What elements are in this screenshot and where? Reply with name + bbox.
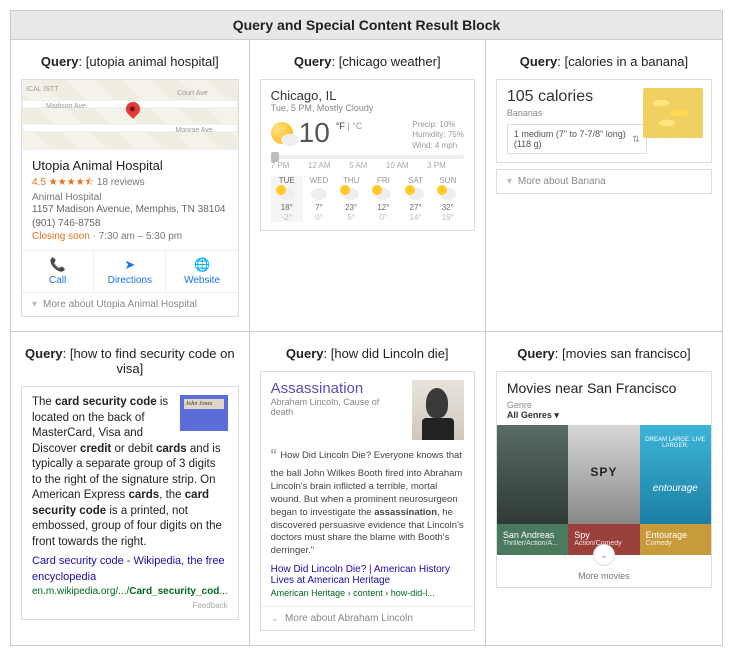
movies-title: Movies near San Francisco — [507, 380, 701, 396]
lincoln-portrait — [412, 380, 464, 440]
chevron-down-icon: ⌄ — [271, 613, 279, 624]
genre-select[interactable]: All Genres ▾ — [507, 410, 559, 420]
examples-grid: Query: [utopia animal hospital] ICAL IST… — [11, 40, 722, 645]
nutrition-card: 105 calories Bananas 1 medium (7" to 7-7… — [496, 79, 712, 163]
forecast-day[interactable]: FRI12°0° — [367, 176, 399, 222]
movie-poster[interactable]: San AndreasThriller/Action/A... — [497, 425, 568, 555]
forecast-day[interactable]: WED7°0° — [303, 176, 335, 222]
forecast-day[interactable]: TUE18°-2° — [271, 176, 303, 222]
more-about-row[interactable]: ⌄ More about Abraham Lincoln — [261, 606, 474, 630]
movie-poster[interactable]: SpyAction/Comedy — [568, 425, 639, 555]
closing-status: Closing soon — [32, 231, 90, 242]
business-phone: (901) 746-8758 — [32, 217, 228, 231]
query-line: Query: [movies san francisco] — [496, 346, 712, 361]
business-hours: 7:30 am – 5:30 pm — [99, 231, 182, 242]
query-line: Query: [utopia animal hospital] — [21, 54, 239, 69]
movies-card: Movies near San Francisco Genre All Genr… — [496, 371, 712, 588]
phone-icon: 📞 — [22, 257, 93, 273]
query-text: [movies san francisco] — [562, 346, 691, 361]
poster-row: San AndreasThriller/Action/A...SpyAction… — [497, 425, 711, 555]
query-line: Query: [calories in a banana] — [496, 54, 712, 69]
call-button[interactable]: 📞Call — [22, 251, 94, 292]
weather-subtitle: Tue, 5 PM, Mostly Cloudy — [271, 103, 464, 113]
temperature-value: 10 — [299, 117, 330, 149]
select-arrows-icon: ⇅ — [632, 134, 640, 145]
weather-icon — [271, 122, 293, 144]
movie-poster[interactable]: EntourageComedy — [640, 425, 711, 555]
query-text: [chicago weather] — [339, 54, 441, 69]
query-text: [utopia animal hospital] — [86, 54, 219, 69]
block-header: Query and Special Content Result Block — [11, 11, 722, 40]
query-line: Query: [chicago weather] — [260, 54, 475, 69]
business-title[interactable]: Utopia Animal Hospital — [32, 158, 228, 173]
chevron-down-icon: ▾ — [507, 176, 512, 187]
cell-utopia: Query: [utopia animal hospital] ICAL IST… — [11, 40, 250, 332]
unit-c[interactable]: °C — [352, 121, 362, 131]
answer-quote: How Did Lincoln Die? Everyone knows that… — [261, 444, 474, 564]
directions-button[interactable]: ➤Directions — [94, 251, 166, 292]
rating-value: 4.5 — [32, 177, 46, 188]
business-category: Animal Hospital — [32, 192, 228, 203]
cell-lincoln: Query: [how did Lincoln die] Assassinati… — [250, 332, 486, 645]
answer-title: Assassination — [271, 380, 404, 397]
action-row: 📞Call ➤Directions 🌐Website — [22, 250, 238, 292]
directions-icon: ➤ — [94, 257, 165, 273]
query-line: Query: [how did Lincoln die] — [260, 346, 475, 361]
review-count[interactable]: 18 reviews — [97, 177, 145, 188]
source-breadcrumb: American Heritage › content › how-did-l.… — [261, 586, 474, 606]
forecast-day[interactable]: THU23°5° — [335, 176, 367, 222]
map-preview[interactable]: ICAL ISTT Madison Ave Court Ave Monroe A… — [22, 80, 238, 150]
query-text: [how did Lincoln die] — [331, 346, 449, 361]
banana-image — [643, 88, 703, 138]
website-button[interactable]: 🌐Website — [166, 251, 237, 292]
weather-card: Chicago, IL Tue, 5 PM, Mostly Cloudy 10 … — [260, 79, 475, 231]
globe-icon: 🌐 — [166, 257, 237, 273]
query-label: Query — [41, 54, 79, 69]
feedback-link[interactable]: Feedback — [32, 601, 228, 612]
cell-weather: Query: [chicago weather] Chicago, IL Tue… — [250, 40, 486, 332]
more-movies-row[interactable]: ⌄ More movies — [497, 555, 711, 587]
answer-card: Assassination Abraham Lincoln, Cause of … — [260, 371, 475, 631]
knowledge-card: ICAL ISTT Madison Ave Court Ave Monroe A… — [21, 79, 239, 317]
time-slider[interactable] — [271, 155, 464, 159]
slider-thumb-icon[interactable] — [271, 152, 279, 162]
weather-location: Chicago, IL — [271, 88, 464, 103]
genre-label: Genre — [507, 400, 532, 410]
result-block-frame: Query and Special Content Result Block Q… — [10, 10, 723, 646]
cell-calories: Query: [calories in a banana] 105 calori… — [486, 40, 722, 332]
cell-security-code: Query: [how to find security code on vis… — [11, 332, 250, 645]
query-text: [how to find security code on visa] — [70, 346, 235, 376]
forecast-day[interactable]: SAT27°14° — [399, 176, 431, 222]
star-icons: ★★★★⯪ — [49, 177, 94, 188]
card-back-image — [180, 395, 228, 431]
source-link[interactable]: How Did Lincoln Die? | American History … — [261, 564, 474, 586]
chevron-down-icon: ▾ — [32, 299, 37, 310]
more-about-row[interactable]: ▾ More about Utopia Animal Hospital — [22, 292, 238, 316]
forecast-row: TUE18°-2°WED7°0°THU23°5°FRI12°0°SAT27°14… — [271, 176, 464, 222]
query-line: Query: [how to find security code on vis… — [21, 346, 239, 376]
business-address: 1157 Madison Avenue, Memphis, TN 38104 — [32, 203, 228, 217]
source-url: en.m.wikipedia.org/.../Card_security_cod… — [32, 585, 228, 599]
chevron-down-icon: ▾ — [554, 410, 559, 420]
more-about-row[interactable]: ▾ More about Banana — [496, 169, 712, 194]
source-link[interactable]: Card security code - Wikipedia, the free… — [32, 555, 225, 583]
unit-f[interactable]: °F — [336, 121, 345, 131]
answer-subtitle: Abraham Lincoln, Cause of death — [271, 397, 404, 417]
forecast-day[interactable]: SUN32°19° — [432, 176, 464, 222]
hour-labels: 7 PM12 AM 5 AM10 AM 3 PM — [271, 161, 464, 170]
serving-select[interactable]: 1 medium (7" to 7-7/8" long) (118 g) ⇅ — [507, 124, 647, 154]
weather-meta: Precip: 10% Humidity: 75% Wind: 4 mph — [412, 120, 464, 151]
featured-snippet: The card security code is located on the… — [21, 386, 239, 620]
query-text: [calories in a banana] — [565, 54, 689, 69]
expand-circle-icon[interactable]: ⌄ — [593, 544, 615, 566]
cell-movies: Query: [movies san francisco] Movies nea… — [486, 332, 722, 645]
